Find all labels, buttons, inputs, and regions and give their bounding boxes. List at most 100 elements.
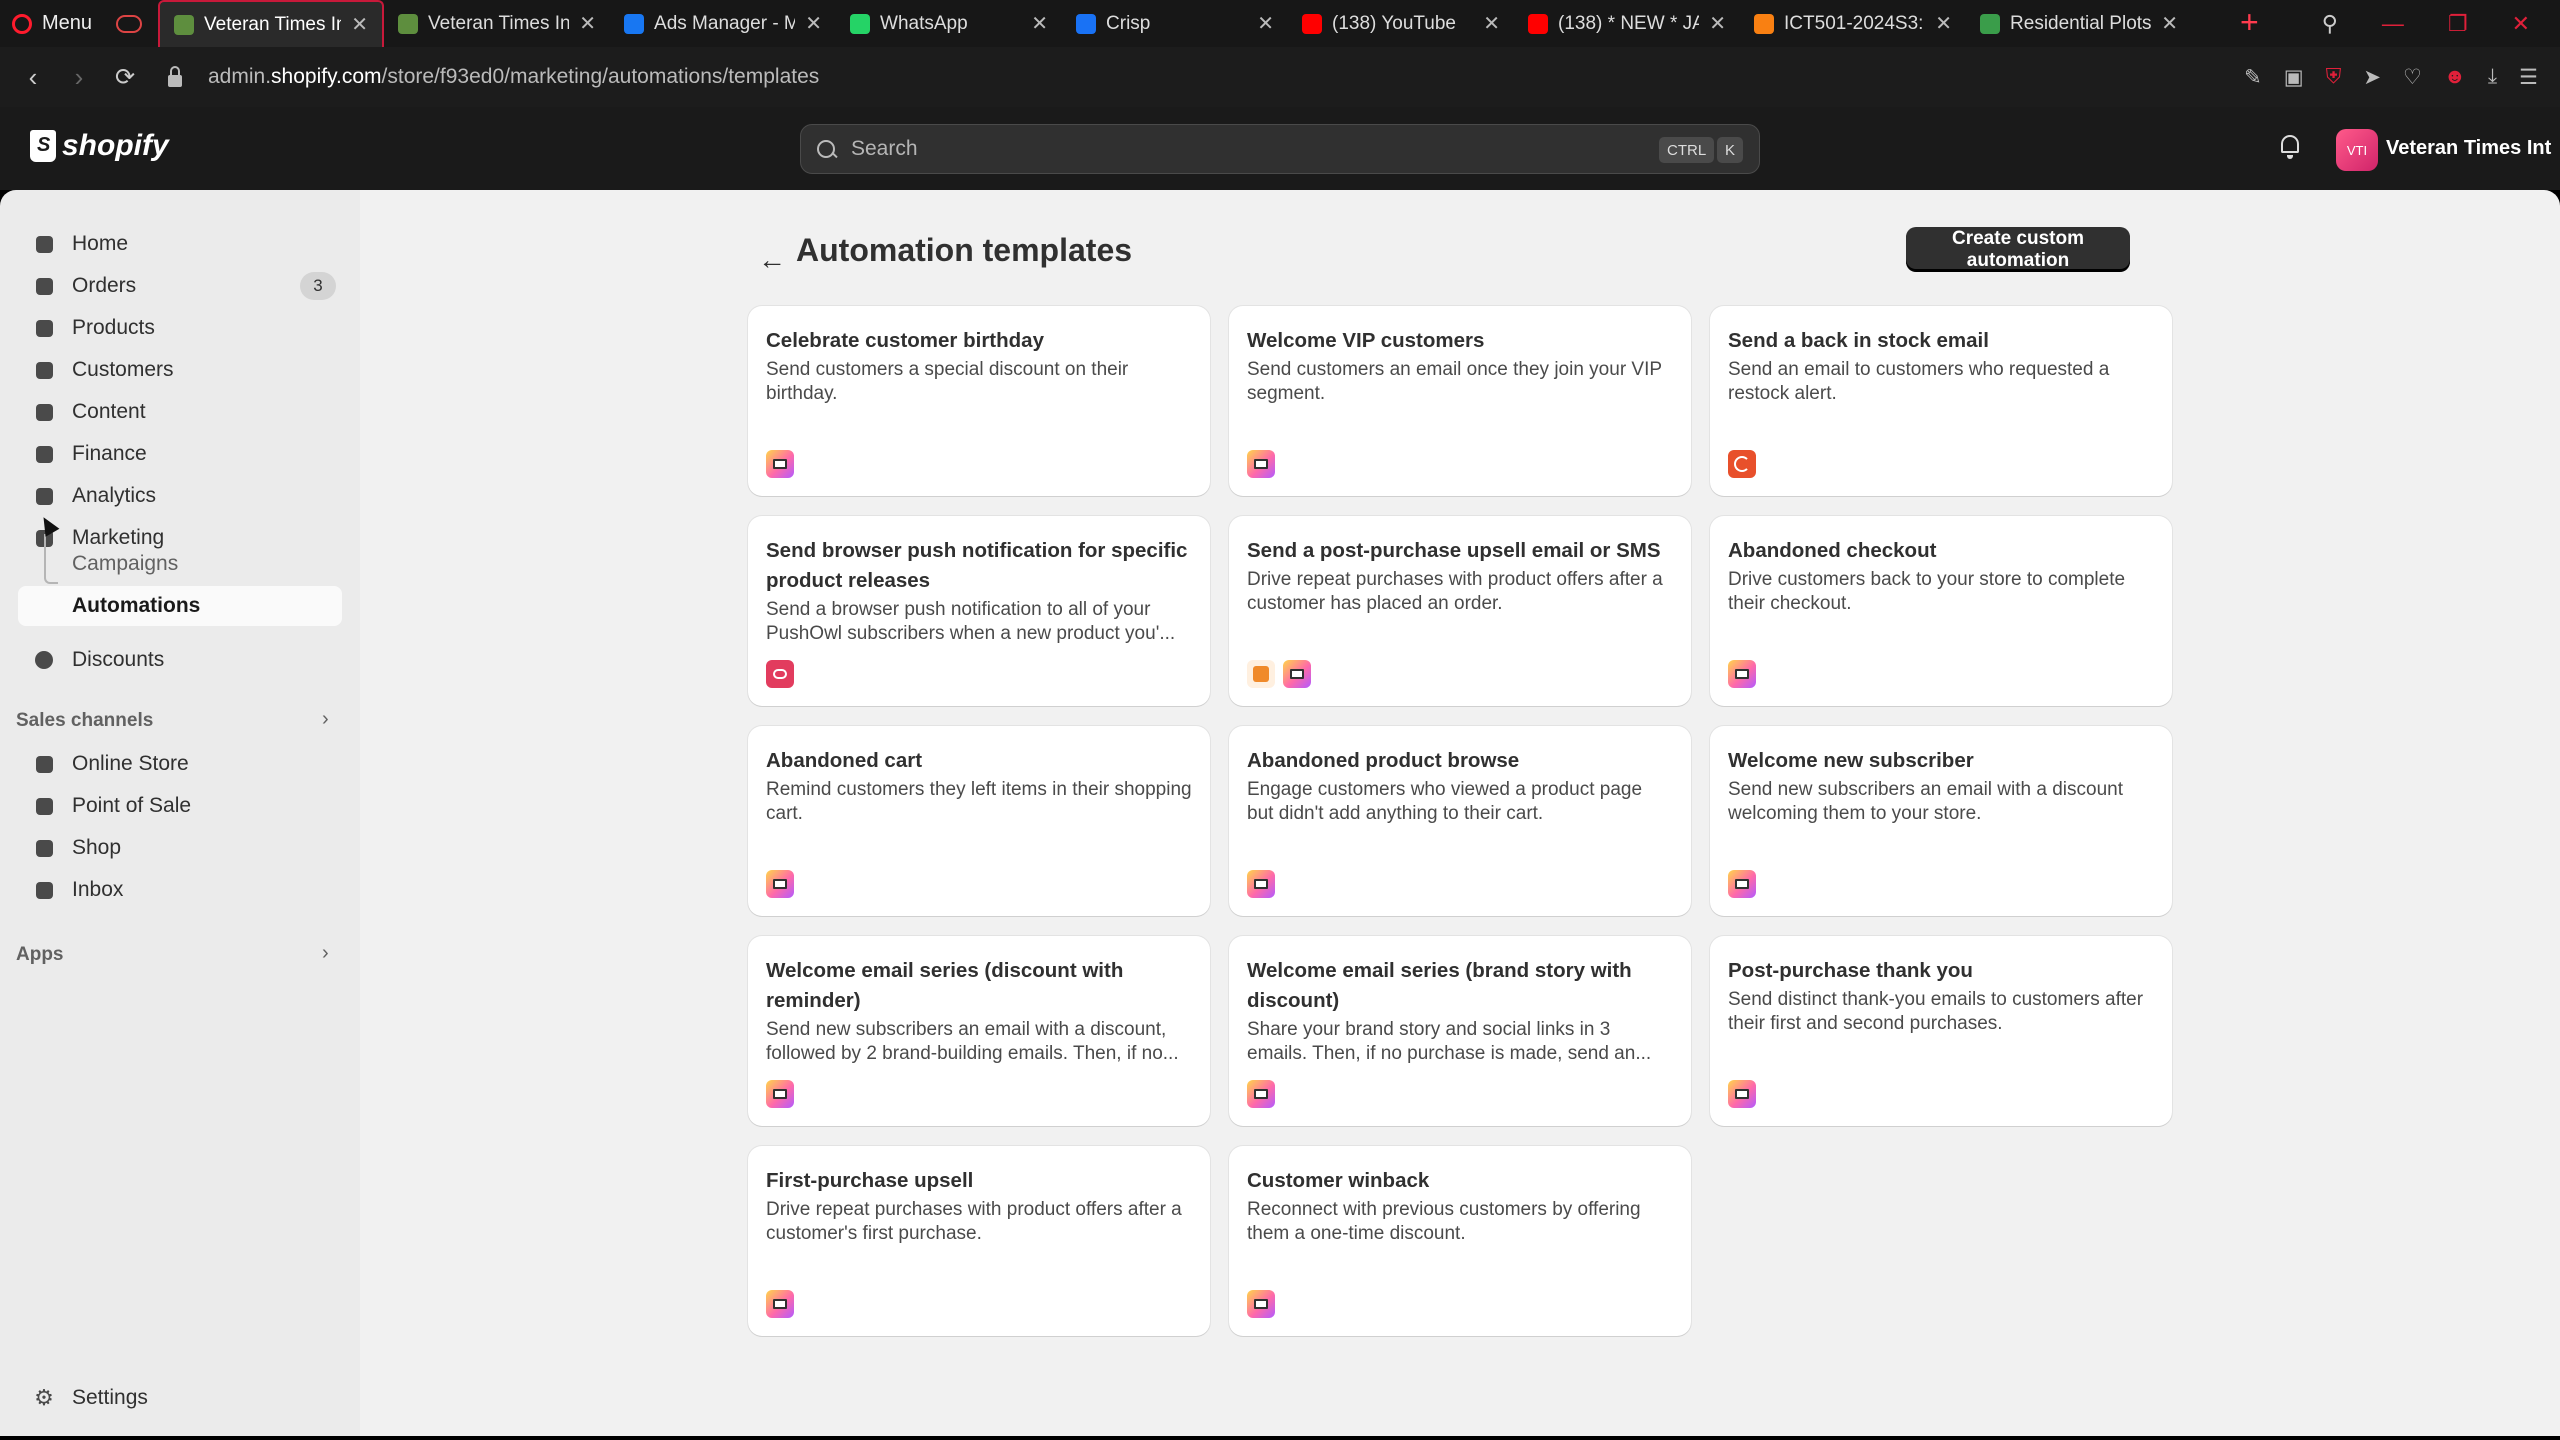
close-tab-icon[interactable]: ✕ bbox=[579, 11, 596, 36]
bell-icon[interactable] bbox=[2281, 135, 2299, 159]
browser-tab[interactable]: Crisp ✕ bbox=[1062, 0, 1288, 47]
automation-template-card[interactable]: Send a post-purchase upsell email or SMS… bbox=[1229, 516, 1691, 706]
sidebar-item-analytics[interactable]: Analytics bbox=[34, 484, 156, 508]
automation-template-card[interactable]: First-purchase upsell Drive repeat purcha… bbox=[748, 1146, 1210, 1336]
close-tab-icon[interactable]: ✕ bbox=[351, 12, 368, 37]
sidebar-item-settings[interactable]: ⚙ Settings bbox=[34, 1385, 148, 1410]
card-app-icons bbox=[1728, 870, 1756, 898]
sidebar-item-finance[interactable]: Finance bbox=[34, 442, 147, 466]
sales-channels-chevron-icon[interactable]: › bbox=[322, 708, 329, 731]
tab-title: Ads Manager - Ma bbox=[654, 12, 796, 34]
close-tab-icon[interactable]: ✕ bbox=[1709, 11, 1726, 36]
house-favicon bbox=[1980, 13, 2001, 34]
brand-name: shopify bbox=[62, 129, 169, 162]
sidebar-item-discounts[interactable]: Discounts bbox=[34, 648, 164, 672]
sidebar-item-home[interactable]: Home bbox=[34, 232, 128, 256]
new-tab-button[interactable]: + bbox=[2240, 4, 2259, 41]
gx-controller-icon[interactable] bbox=[116, 14, 143, 33]
tab-title: Veteran Times Int bbox=[204, 13, 342, 35]
store-name[interactable]: Veteran Times Int bbox=[2386, 137, 2551, 160]
shopify-logo[interactable]: shopify bbox=[30, 129, 169, 163]
close-tab-icon[interactable]: ✕ bbox=[2161, 11, 2178, 36]
card-description: Drive customers back to your store to co… bbox=[1728, 569, 2126, 614]
card-title: Welcome email series (discount with remi… bbox=[766, 959, 1124, 1012]
close-tab-icon[interactable]: ✕ bbox=[1483, 11, 1500, 36]
shopify-topbar: shopify CTRL K VTI Veteran Times Int bbox=[0, 107, 2560, 190]
sidebar-item-point-of-sale[interactable]: Point of Sale bbox=[34, 794, 191, 818]
camera-icon[interactable]: ▣ bbox=[2284, 65, 2304, 90]
avatar[interactable]: VTI bbox=[2336, 129, 2378, 171]
edit-page-icon[interactable]: ✎ bbox=[2244, 65, 2262, 90]
automation-template-card[interactable]: Post-purchase thank you Send distinct tha… bbox=[1710, 936, 2172, 1126]
heart-icon[interactable]: ♡ bbox=[2403, 65, 2422, 90]
automation-template-card[interactable]: Celebrate customer birthday Send customer… bbox=[748, 306, 1210, 496]
browser-tab[interactable]: ICT501-2024S3: As ✕ bbox=[1740, 0, 1966, 47]
back-nav-icon[interactable]: ‹ bbox=[10, 62, 56, 93]
card-app-icons bbox=[766, 450, 794, 478]
automation-template-card[interactable]: Welcome VIP customers Send customers an e… bbox=[1229, 306, 1691, 496]
back-arrow-icon[interactable]: ← bbox=[758, 244, 786, 276]
card-app-icons bbox=[1247, 1290, 1275, 1318]
profile-icon[interactable]: ☻ bbox=[2444, 65, 2466, 89]
home-icon bbox=[34, 234, 54, 254]
easy-setup-icon[interactable]: ☰ bbox=[2519, 65, 2538, 90]
mail-app-icon bbox=[1247, 1290, 1275, 1318]
url-field[interactable]: admin.shopify.com/store/f93ed0/marketing… bbox=[208, 65, 819, 89]
sidebar-item-products[interactable]: Products bbox=[34, 316, 155, 340]
card-title: Send a post-purchase upsell email or SMS bbox=[1247, 539, 1661, 562]
sidebar-item-customers[interactable]: Customers bbox=[34, 358, 174, 382]
shopify-favicon bbox=[174, 14, 195, 35]
card-description: Send new subscribers an email with a dis… bbox=[1728, 779, 2123, 824]
automation-template-card[interactable]: Welcome new subscriber Send new subscribe… bbox=[1710, 726, 2172, 916]
apps-chevron-icon[interactable]: › bbox=[322, 942, 329, 965]
search-bar[interactable]: CTRL K bbox=[800, 124, 1760, 174]
create-custom-automation-button[interactable]: Create custom automation bbox=[1906, 227, 2130, 271]
automation-template-card[interactable]: Welcome email series (discount with remi… bbox=[748, 936, 1210, 1126]
send-icon[interactable]: ➤ bbox=[2363, 65, 2381, 90]
browser-tab[interactable]: (138) YouTube ✕ bbox=[1288, 0, 1514, 47]
close-tab-icon[interactable]: ✕ bbox=[805, 11, 822, 36]
sidebar-item-content[interactable]: Content bbox=[34, 400, 146, 424]
tab-search-icon[interactable]: ⚲ bbox=[2322, 11, 2338, 37]
automation-template-card[interactable]: Welcome email series (brand story with d… bbox=[1229, 936, 1691, 1126]
automation-template-card[interactable]: Abandoned checkout Drive customers back t… bbox=[1710, 516, 2172, 706]
close-tab-icon[interactable]: ✕ bbox=[1031, 11, 1048, 36]
sidebar-item-online-store[interactable]: Online Store bbox=[34, 752, 189, 776]
forward-nav-icon[interactable]: › bbox=[56, 62, 102, 93]
card-description: Drive repeat purchases with product offe… bbox=[1247, 569, 1663, 614]
card-app-icons bbox=[1728, 1080, 1756, 1108]
close-window-button[interactable]: ✕ bbox=[2512, 11, 2530, 37]
close-tab-icon[interactable]: ✕ bbox=[1935, 11, 1952, 36]
sidebar-item-orders[interactable]: Orders bbox=[34, 274, 136, 298]
reload-icon[interactable]: ⟳ bbox=[102, 63, 148, 92]
sidebar-item-automations[interactable]: Automations bbox=[18, 586, 342, 626]
browser-tab[interactable]: Ads Manager - Ma ✕ bbox=[610, 0, 836, 47]
sidebar-item-label: Home bbox=[72, 232, 129, 255]
automation-template-card[interactable]: Abandoned cart Remind customers they left… bbox=[748, 726, 1210, 916]
sidebar-item-campaigns[interactable]: Campaigns bbox=[72, 552, 178, 576]
download-icon[interactable]: ⤓ bbox=[2488, 65, 2497, 89]
automation-template-card[interactable]: Send browser push notification for speci… bbox=[748, 516, 1210, 706]
minimize-button[interactable]: — bbox=[2382, 11, 2404, 37]
store-icon bbox=[34, 754, 54, 774]
address-bar-actions: ✎ ▣ ⛨ ➤ ♡ ☻ ⤓ ☰ bbox=[2244, 47, 2538, 107]
sidebar-item-inbox[interactable]: Inbox bbox=[34, 878, 123, 902]
browser-tab[interactable]: Veteran Times Int ✕ bbox=[384, 0, 610, 47]
sidebar-item-shop[interactable]: Shop bbox=[34, 836, 121, 860]
browser-tab[interactable]: WhatsApp ✕ bbox=[836, 0, 1062, 47]
automation-template-card[interactable]: Abandoned product browse Engage customers… bbox=[1229, 726, 1691, 916]
restore-button[interactable]: ❐ bbox=[2448, 11, 2468, 37]
adblock-shield-icon[interactable]: ⛨ bbox=[2326, 65, 2342, 89]
crisp-favicon bbox=[1076, 13, 1097, 34]
automation-template-card[interactable]: Send a back in stock email Send an email … bbox=[1710, 306, 2172, 496]
browser-tab[interactable]: Residential Plots & ✕ bbox=[1966, 0, 2192, 47]
close-tab-icon[interactable]: ✕ bbox=[1257, 11, 1274, 36]
automation-template-card[interactable]: Customer winback Reconnect with previous … bbox=[1229, 1146, 1691, 1336]
browser-tab[interactable]: (138) * NEW * JAK ✕ bbox=[1514, 0, 1740, 47]
search-input[interactable] bbox=[849, 136, 1653, 162]
url-path: /store/f93ed0/marketing/automations/temp… bbox=[381, 65, 820, 88]
tab-title: Residential Plots & bbox=[2010, 12, 2152, 34]
sidebar-item-label: Discounts bbox=[72, 648, 165, 671]
opera-menu-button[interactable]: Menu bbox=[0, 0, 108, 47]
browser-tab[interactable]: Veteran Times Int ✕ bbox=[158, 0, 385, 47]
